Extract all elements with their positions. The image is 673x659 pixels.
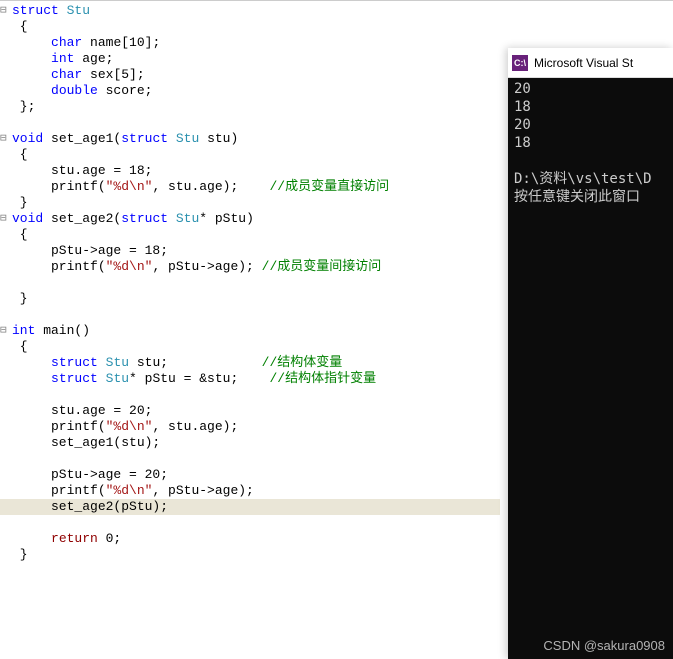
code-line[interactable]: ⊟struct Stu: [12, 3, 673, 19]
console-window: C:\ Microsoft Visual St 20 18 20 18 D:\资…: [508, 48, 673, 659]
fold-gutter[interactable]: ⊟: [0, 3, 12, 19]
fold-gutter[interactable]: ⊟: [0, 211, 12, 227]
fold-gutter[interactable]: ⊟: [0, 323, 12, 339]
code-line[interactable]: {: [12, 19, 673, 35]
console-title: Microsoft Visual St: [534, 56, 633, 70]
watermark: CSDN @sakura0908: [543, 638, 665, 653]
fold-gutter[interactable]: ⊟: [0, 131, 12, 147]
console-output: 20 18 20 18 D:\资料\vs\test\D 按任意键关闭此窗口: [508, 78, 673, 208]
vs-icon: C:\: [512, 55, 528, 71]
console-title-bar[interactable]: C:\ Microsoft Visual St: [508, 48, 673, 78]
